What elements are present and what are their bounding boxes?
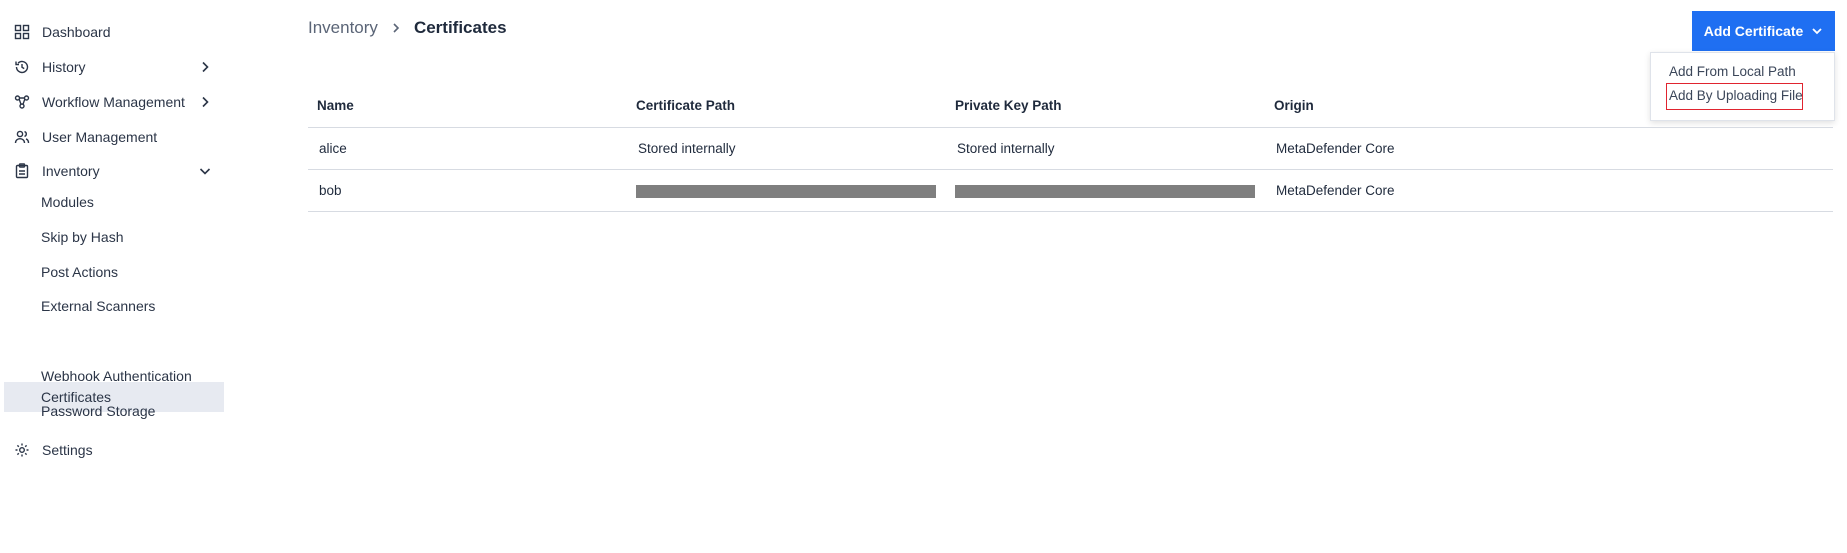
table-row[interactable]: bob MetaDefender Core	[308, 170, 1833, 212]
column-header-certificate-path[interactable]: Certificate Path	[636, 98, 735, 113]
sidebar-subitem-modules[interactable]: Modules	[4, 187, 224, 217]
add-certificate-label: Add Certificate	[1703, 23, 1804, 39]
cell-origin: MetaDefender Core	[1276, 141, 1395, 156]
sidebar-subitem-webhook-authentication[interactable]: Webhook Authentication	[4, 361, 224, 391]
sidebar-subitem-skip-by-hash[interactable]: Skip by Hash	[4, 222, 224, 252]
sidebar-item-label: Dashboard	[42, 24, 111, 40]
workflow-icon	[14, 94, 30, 110]
chevron-right-icon	[198, 60, 212, 74]
menu-item-add-from-local-path[interactable]: Add From Local Path	[1669, 64, 1796, 79]
cell-private-key-path: Stored internally	[957, 141, 1055, 156]
column-header-private-key-path[interactable]: Private Key Path	[955, 98, 1062, 113]
breadcrumb: Inventory Certificates	[308, 18, 507, 38]
redacted-certificate-path	[636, 185, 936, 198]
chevron-right-icon	[198, 95, 212, 109]
sidebar-subitem-label: Post Actions	[41, 264, 119, 280]
cell-name: bob	[319, 183, 342, 198]
sidebar-item-label: Settings	[42, 442, 93, 458]
sidebar-item-settings[interactable]: Settings	[4, 435, 224, 465]
sidebar-item-dashboard[interactable]: Dashboard	[4, 17, 224, 47]
breadcrumb-parent-link[interactable]: Inventory	[308, 18, 378, 38]
chevron-down-icon	[1811, 25, 1823, 37]
sidebar-subitem-label: Modules	[41, 194, 94, 210]
sidebar-item-history[interactable]: History	[4, 52, 224, 82]
redacted-private-key-path	[955, 185, 1255, 198]
table-row[interactable]: alice Stored internally Stored internall…	[308, 128, 1833, 170]
cell-origin: MetaDefender Core	[1276, 183, 1395, 198]
sidebar-item-user-management[interactable]: User Management	[4, 122, 224, 152]
users-icon	[14, 129, 30, 145]
sidebar-item-label: Workflow Management	[42, 94, 185, 110]
sidebar: Dashboard History Workflow Management Us…	[0, 0, 228, 553]
column-header-name[interactable]: Name	[317, 98, 354, 113]
sidebar-subitem-label: External Scanners	[41, 298, 156, 314]
cell-name: alice	[319, 141, 347, 156]
sidebar-item-label: History	[42, 59, 86, 75]
sidebar-subitem-post-actions[interactable]: Post Actions	[4, 257, 224, 287]
gear-icon	[14, 442, 30, 458]
sidebar-subitem-password-storage[interactable]: Password Storage	[4, 396, 224, 426]
certificates-table: Name Certificate Path Private Key Path O…	[308, 86, 1833, 212]
clipboard-icon	[14, 163, 30, 179]
grid-icon	[14, 24, 30, 40]
cell-certificate-path: Stored internally	[638, 141, 736, 156]
chevron-right-icon	[390, 22, 402, 34]
column-header-origin[interactable]: Origin	[1274, 98, 1314, 113]
sidebar-item-workflow-management[interactable]: Workflow Management	[4, 87, 224, 117]
sidebar-item-inventory[interactable]: Inventory	[4, 156, 224, 186]
chevron-down-icon	[198, 164, 212, 178]
sidebar-subitem-label: Password Storage	[41, 403, 156, 419]
sidebar-item-label: Inventory	[42, 163, 100, 179]
sidebar-subitem-label: Webhook Authentication	[41, 368, 192, 384]
sidebar-subitem-label: Skip by Hash	[41, 229, 124, 245]
sidebar-subitem-external-scanners[interactable]: External Scanners	[4, 291, 224, 321]
add-certificate-button[interactable]: Add Certificate	[1692, 11, 1835, 51]
table-header: Name Certificate Path Private Key Path O…	[308, 86, 1833, 128]
sidebar-item-label: User Management	[42, 129, 158, 145]
page-title: Certificates	[413, 18, 507, 37]
history-icon	[14, 59, 30, 75]
